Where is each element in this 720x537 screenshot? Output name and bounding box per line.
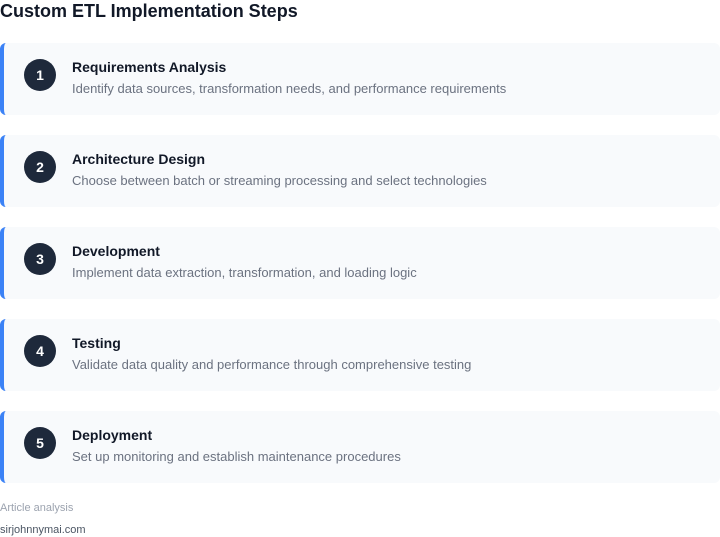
step-description: Choose between batch or streaming proces…	[72, 173, 487, 188]
step-description: Implement data extraction, transformatio…	[72, 265, 417, 280]
step-number-badge: 1	[24, 59, 56, 91]
step-card: 2 Architecture Design Choose between bat…	[0, 135, 720, 207]
step-description: Identify data sources, transformation ne…	[72, 81, 507, 96]
step-number-badge: 2	[24, 151, 56, 183]
step-description: Set up monitoring and establish maintena…	[72, 449, 401, 464]
step-card: 4 Testing Validate data quality and perf…	[0, 319, 720, 391]
footer-site: sirjohnnymai.com	[0, 524, 86, 536]
step-title: Requirements Analysis	[72, 59, 227, 75]
step-title: Deployment	[72, 427, 153, 443]
page: Custom ETL Implementation Steps 1 Requir…	[0, 0, 720, 537]
step-card: 5 Deployment Set up monitoring and estab…	[0, 411, 720, 483]
footer-label: Article analysis	[0, 502, 74, 514]
step-card: 1 Requirements Analysis Identify data so…	[0, 43, 720, 115]
step-number-badge: 5	[24, 427, 56, 459]
step-description: Validate data quality and performance th…	[72, 357, 472, 372]
step-title: Testing	[72, 335, 121, 351]
steps-list: 1 Requirements Analysis Identify data so…	[0, 43, 720, 503]
step-number-badge: 4	[24, 335, 56, 367]
step-title: Development	[72, 243, 160, 259]
step-number-badge: 3	[24, 243, 56, 275]
step-card: 3 Development Implement data extraction,…	[0, 227, 720, 299]
page-title: Custom ETL Implementation Steps	[0, 1, 298, 21]
step-title: Architecture Design	[72, 151, 206, 167]
